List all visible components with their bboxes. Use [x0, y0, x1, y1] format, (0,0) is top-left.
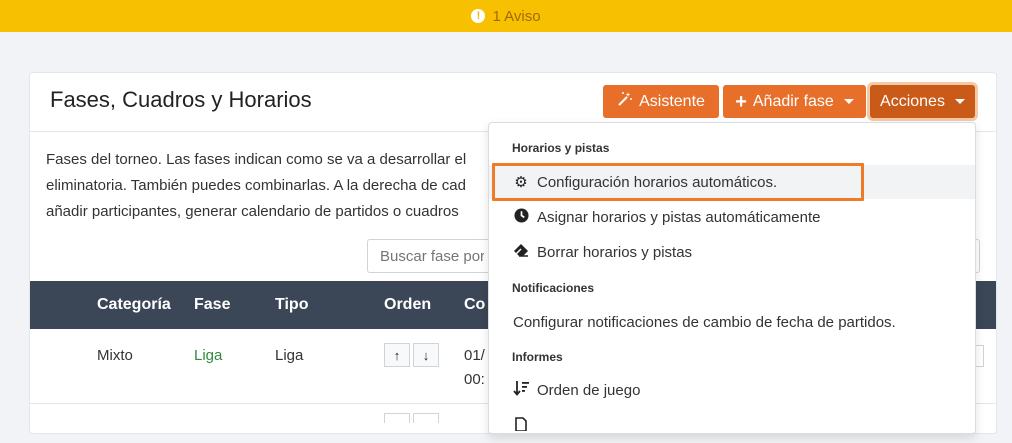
anadir-fase-button[interactable]: + Añadir fase: [723, 85, 866, 118]
asistente-label: Asistente: [639, 92, 705, 110]
menu-item-partial[interactable]: [489, 409, 975, 443]
column-header-categoria[interactable]: Categoría: [97, 296, 171, 314]
column-header-fecha[interactable]: Co: [464, 296, 485, 314]
menu-item-asignar-horarios[interactable]: Asignar horarios y pistas automáticament…: [489, 200, 975, 234]
description-line: eliminatoria. También puedes combinarlas…: [46, 177, 466, 194]
anadir-fase-label: Añadir fase: [752, 92, 834, 110]
description-text: Fases del torneo. Las fases indican como…: [46, 147, 506, 225]
plus-icon: +: [735, 90, 747, 113]
column-header-fase[interactable]: Fase: [194, 296, 230, 314]
cell-fecha-line2: 00:: [464, 371, 485, 388]
search-phase-input[interactable]: [367, 239, 497, 273]
column-header-tipo[interactable]: Tipo: [275, 296, 308, 314]
caret-down-icon: [954, 99, 965, 104]
move-down-button[interactable]: ↓: [413, 343, 439, 367]
exclamation-circle-icon: !: [471, 9, 486, 23]
description-line: Fases del torneo. Las fases indican como…: [46, 151, 467, 168]
caret-down-icon: [843, 99, 854, 104]
cell-tipo: Liga: [275, 347, 304, 364]
menu-item-orden-de-juego[interactable]: Orden de juego: [489, 373, 975, 407]
sort-amount-icon: [513, 380, 529, 400]
menu-item-label: Orden de juego: [537, 381, 641, 399]
menu-item-label: Borrar horarios y pistas: [537, 243, 693, 261]
menu-item-label: Asignar horarios y pistas automáticament…: [537, 208, 821, 226]
acciones-label: Acciones: [880, 92, 945, 110]
section-header-notificaciones: Notificaciones: [512, 281, 595, 295]
move-down-button[interactable]: [413, 413, 439, 423]
move-up-button[interactable]: ↑: [384, 343, 410, 367]
eraser-icon: [513, 243, 529, 261]
magic-wand-icon: [617, 91, 633, 112]
menu-item-borrar-horarios[interactable]: Borrar horarios y pistas: [489, 235, 975, 269]
acciones-dropdown-menu: Horarios y pistas ⚙ Configuración horari…: [488, 122, 976, 434]
column-header-orden[interactable]: Orden: [384, 296, 431, 314]
highlight-annotation: [492, 163, 864, 201]
description-line: añadir participantes, generar calendario…: [46, 203, 459, 220]
warning-bar[interactable]: ! 1 Aviso: [0, 0, 1012, 32]
page-title: Fases, Cuadros y Horarios: [50, 87, 312, 112]
move-up-button[interactable]: [384, 413, 410, 423]
menu-item-label: Configurar notificaciones de cambio de f…: [513, 313, 896, 331]
menu-item-configurar-notificaciones[interactable]: Configurar notificaciones de cambio de f…: [489, 305, 975, 339]
cell-fase-link[interactable]: Liga: [194, 347, 222, 364]
asistente-button[interactable]: Asistente: [603, 85, 719, 118]
cell-fecha-line1: 01/: [464, 347, 485, 364]
section-header-informes: Informes: [512, 350, 563, 364]
clock-icon: [513, 207, 529, 227]
cell-categoria: Mixto: [97, 347, 133, 364]
acciones-button[interactable]: Acciones: [870, 85, 975, 118]
section-header-horarios: Horarios y pistas: [512, 141, 610, 155]
warning-text: 1 Aviso: [492, 7, 541, 25]
